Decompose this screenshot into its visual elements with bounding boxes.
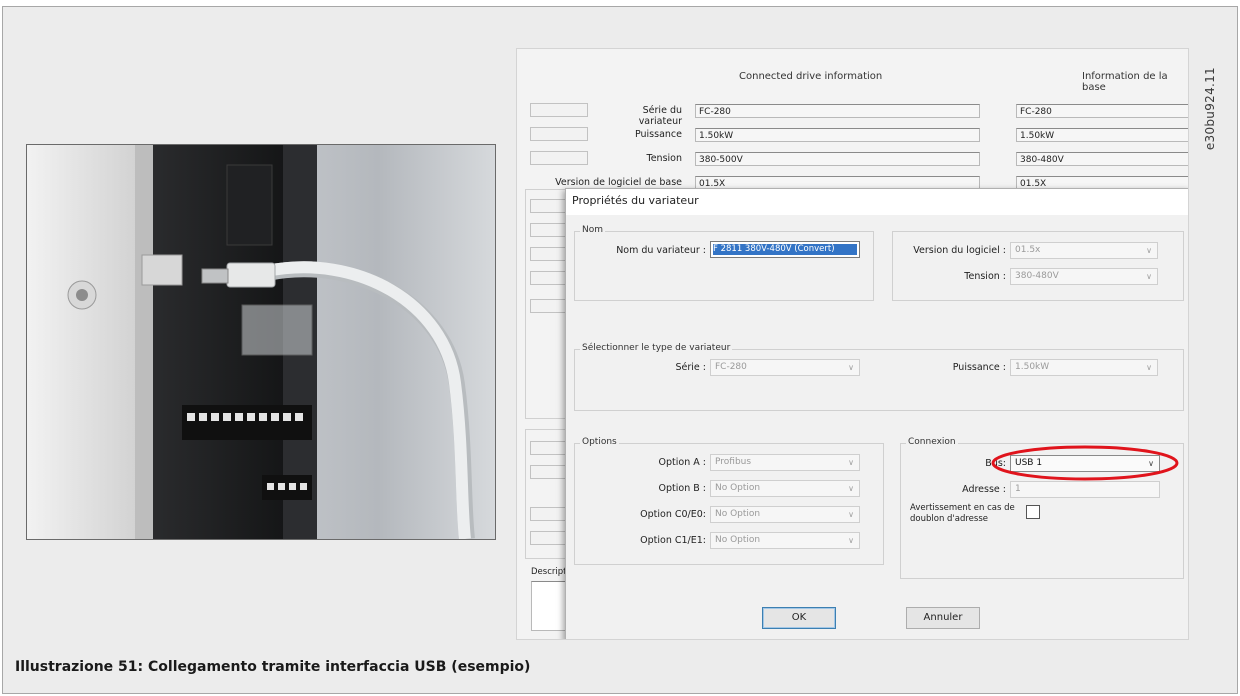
bus-highlight-ellipse	[991, 445, 1179, 481]
figure-code: e30bu924.11	[1203, 67, 1217, 151]
bus-highlight-overlay	[991, 445, 1179, 481]
figure-caption: Illustrazione 51: Collegamento tramite i…	[15, 659, 531, 675]
figure-frame: Connected drive information Information …	[2, 6, 1238, 694]
software-screenshot: Connected drive information Information …	[516, 48, 1189, 640]
drive-photo-illustration	[27, 145, 495, 539]
usb-connection-photo	[26, 144, 496, 540]
